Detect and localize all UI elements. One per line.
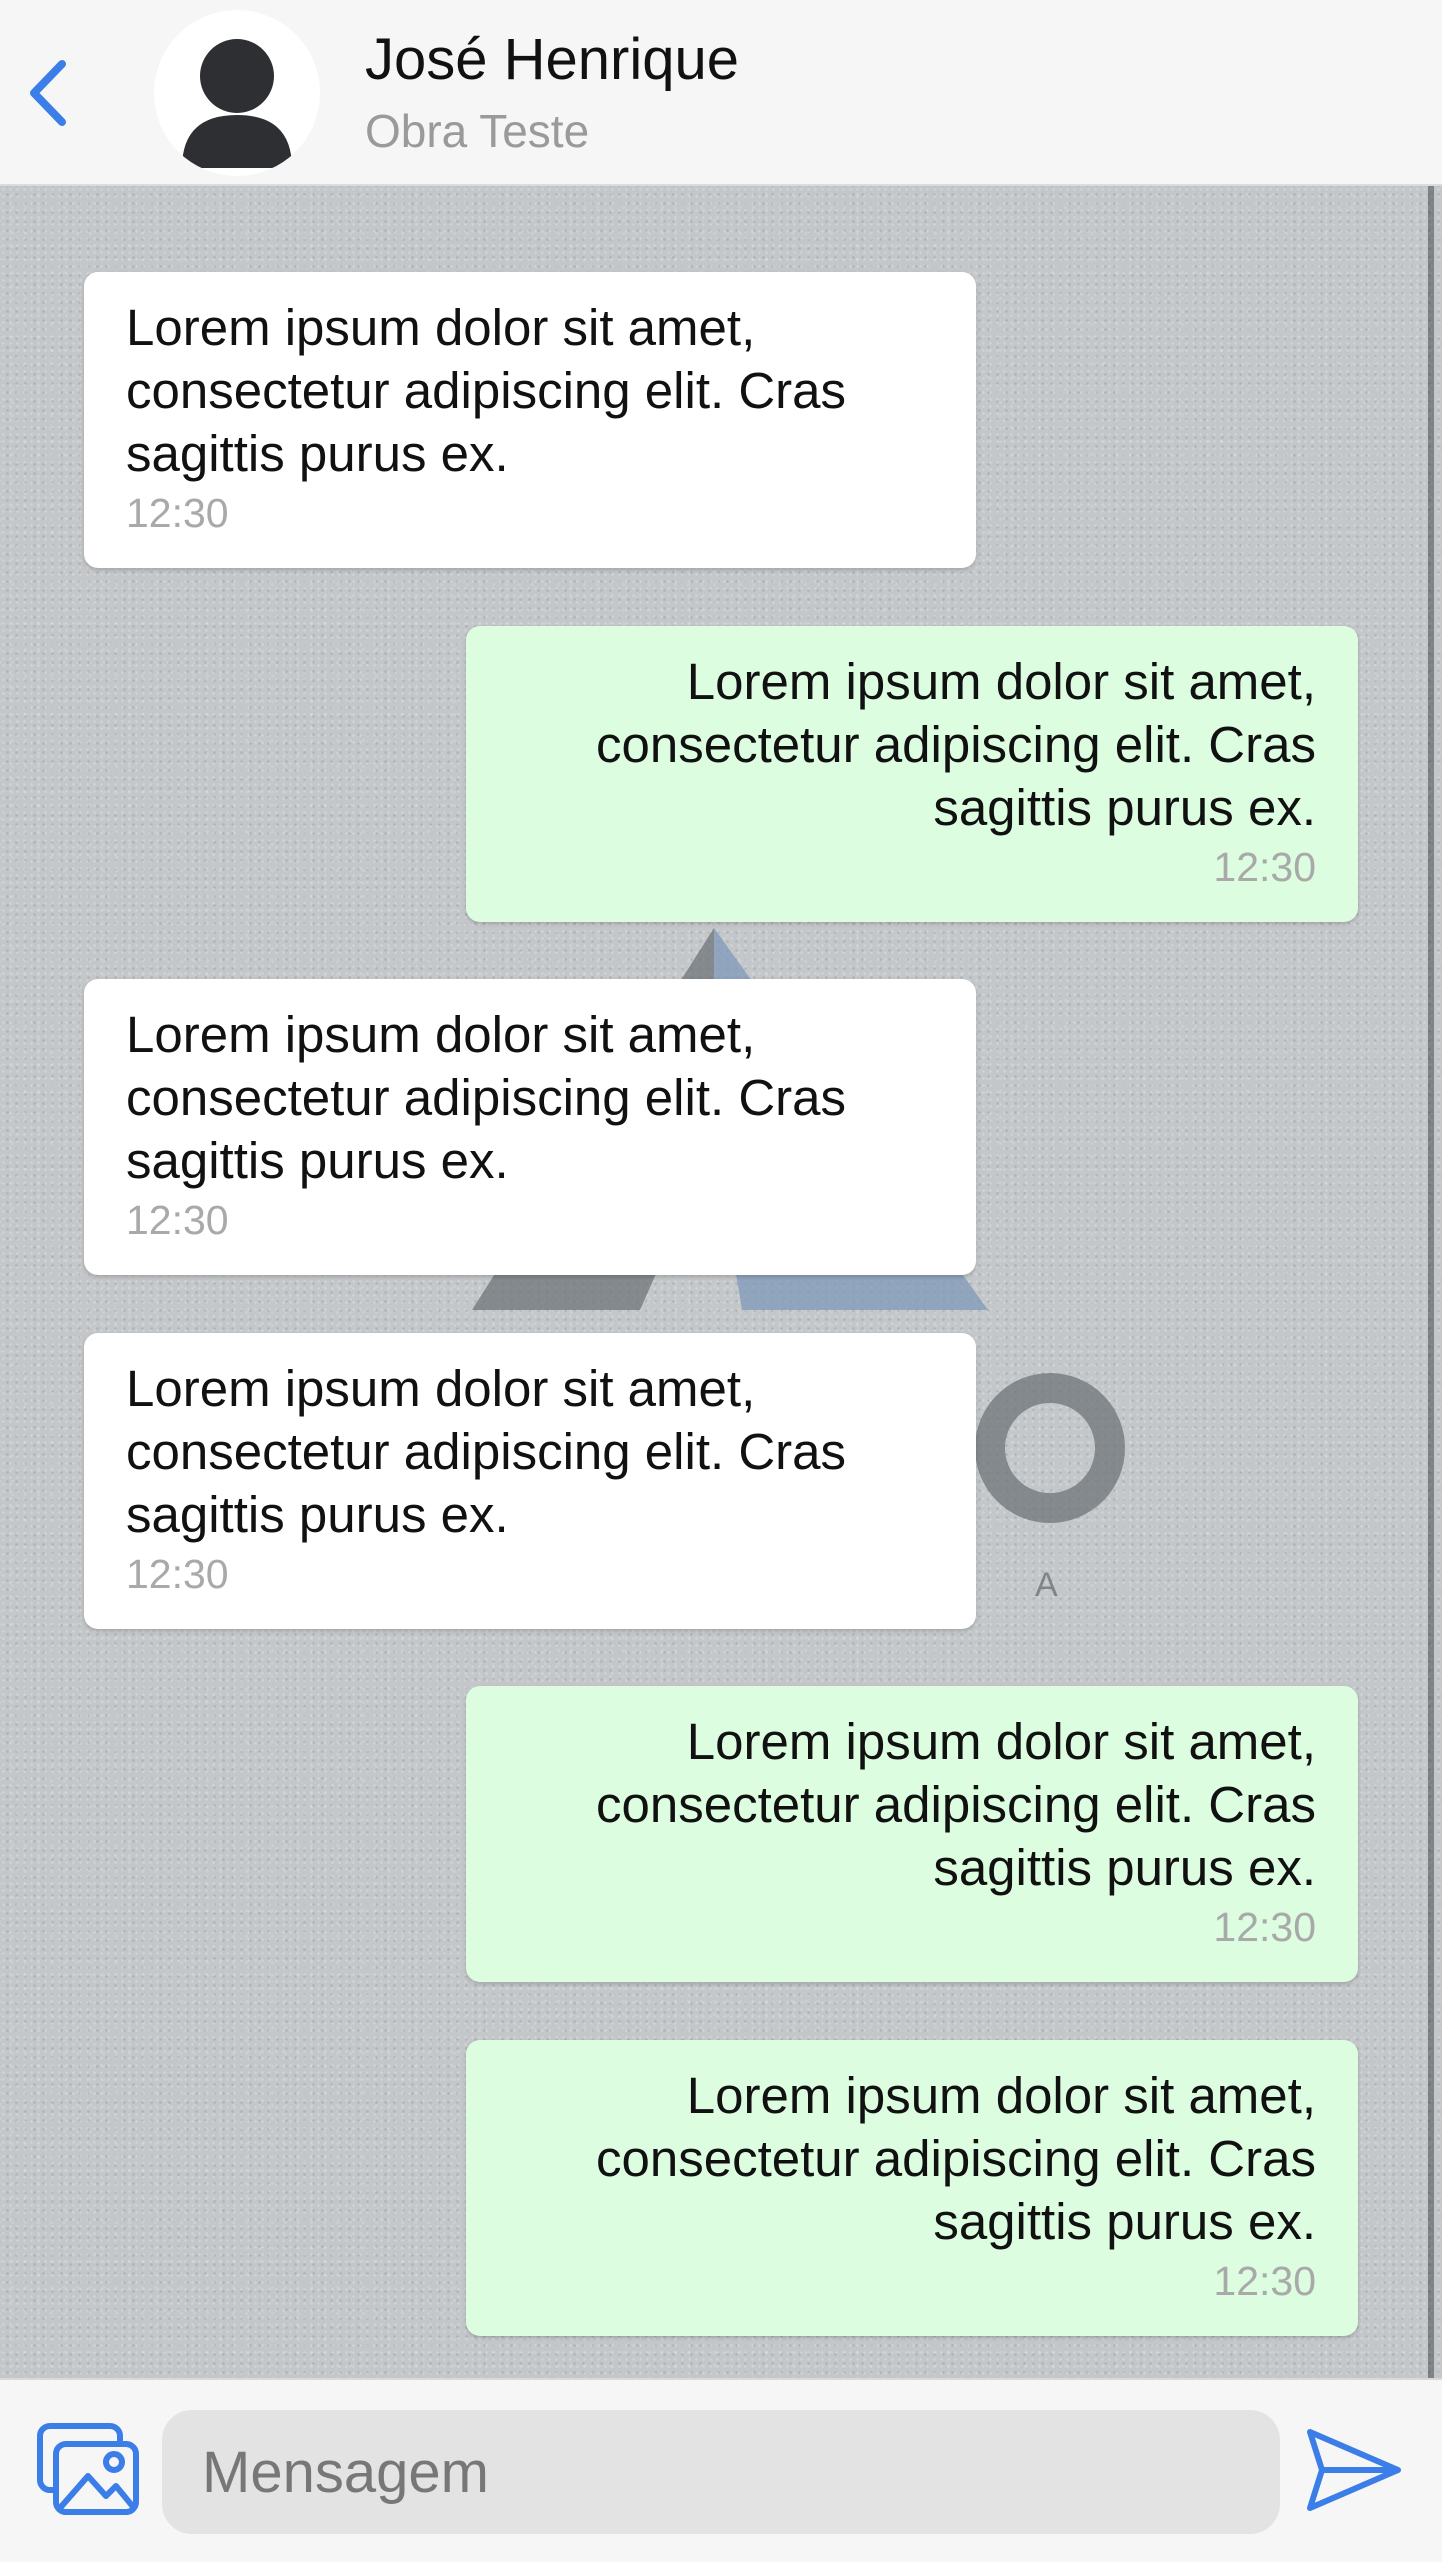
message-bubble[interactable]: Lorem ipsum dolor sit amet, consectetur … <box>84 1333 976 1629</box>
message-text: Lorem ipsum dolor sit amet, consectetur … <box>126 299 847 482</box>
message-time: 12:30 <box>1213 1904 1316 1950</box>
person-icon <box>182 39 292 168</box>
message-text: Lorem ipsum dolor sit amet, consectetur … <box>595 2067 1316 2250</box>
message-time: 12:30 <box>1213 2258 1316 2304</box>
send-button[interactable] <box>1304 2424 1404 2516</box>
message-input[interactable] <box>162 2410 1280 2534</box>
chat-header: José Henrique Obra Teste <box>0 0 1442 186</box>
avatar[interactable] <box>154 10 320 176</box>
attach-image-button[interactable] <box>36 2422 140 2518</box>
message-bubble[interactable]: Lorem ipsum dolor sit amet, consectetur … <box>466 2040 1358 2336</box>
message-text: Lorem ipsum dolor sit amet, consectetur … <box>595 653 1316 836</box>
message-text: Lorem ipsum dolor sit amet, consectetur … <box>126 1360 847 1543</box>
chat-area[interactable]: R A Lorem ipsum dolor sit amet, consecte… <box>0 186 1442 2378</box>
message-text: Lorem ipsum dolor sit amet, consectetur … <box>595 1713 1316 1896</box>
svg-text:A: A <box>1035 1566 1058 1604</box>
message-bubble[interactable]: Lorem ipsum dolor sit amet, consectetur … <box>466 626 1358 922</box>
image-icon <box>37 2423 139 2515</box>
message-bubble[interactable]: Lorem ipsum dolor sit amet, consectetur … <box>84 979 976 1275</box>
message-time: 12:30 <box>126 1551 229 1597</box>
contact-subtitle: Obra Teste <box>365 105 590 157</box>
message-bubble[interactable]: Lorem ipsum dolor sit amet, consectetur … <box>466 1686 1358 1982</box>
message-time: 12:30 <box>126 490 229 536</box>
send-icon <box>1307 2429 1401 2511</box>
message-time: 12:30 <box>1213 844 1316 890</box>
message-text: Lorem ipsum dolor sit amet, consectetur … <box>126 1006 847 1189</box>
chevron-left-icon <box>30 60 66 126</box>
back-button[interactable] <box>18 55 78 131</box>
message-composer <box>0 2378 1442 2562</box>
contact-name: José Henrique <box>365 27 739 92</box>
message-bubble[interactable]: Lorem ipsum dolor sit amet, consectetur … <box>84 272 976 568</box>
message-time: 12:30 <box>126 1197 229 1243</box>
